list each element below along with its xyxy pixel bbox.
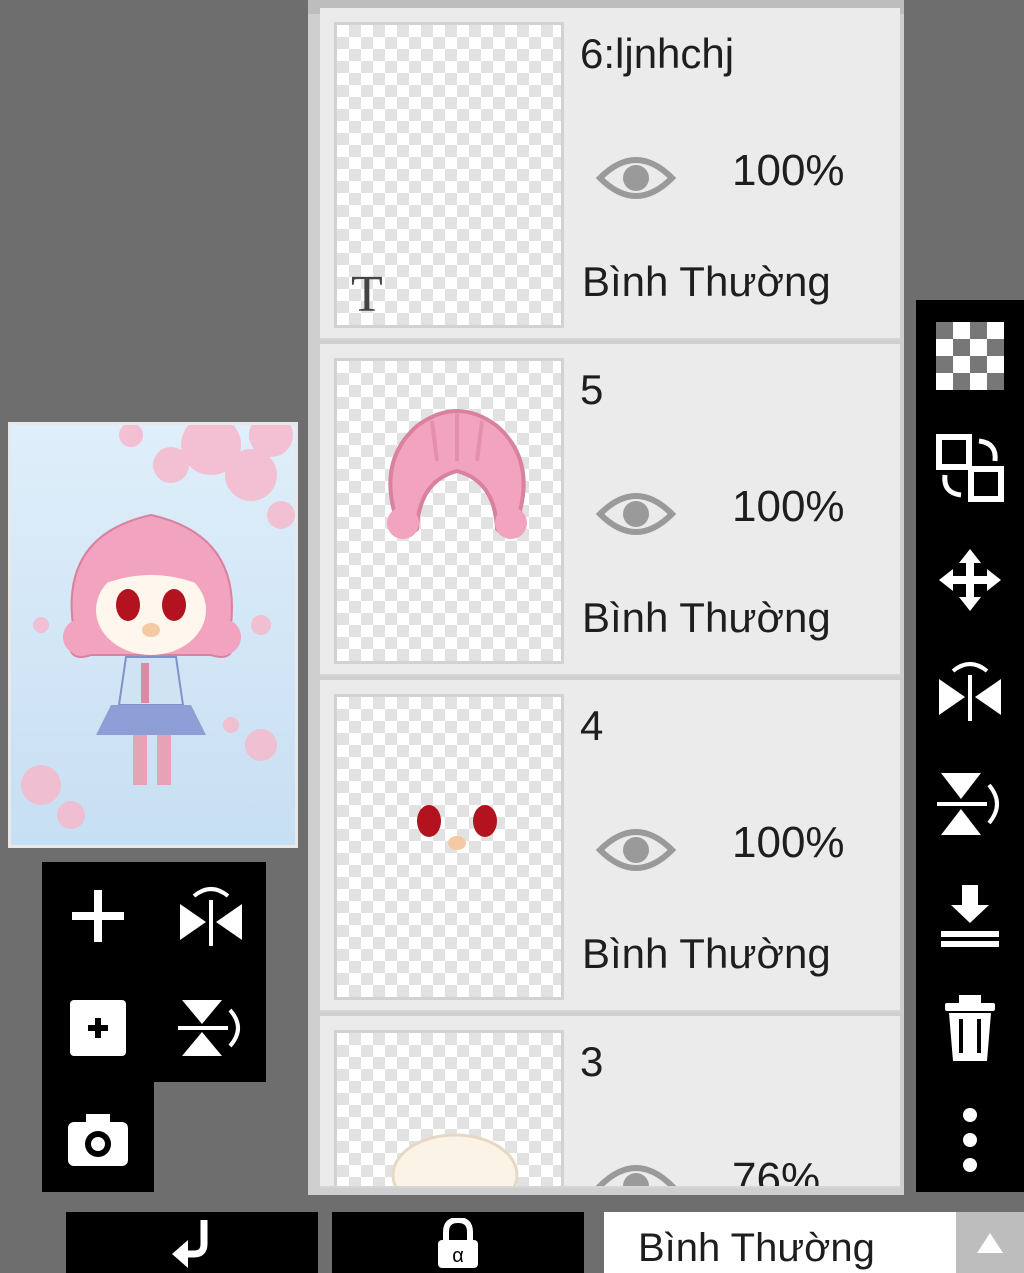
layer-row-4[interactable]: 4 100% Bình Thường <box>320 680 900 1012</box>
flip-horizontal-button[interactable] <box>930 652 1010 732</box>
layer-thumbnail: T <box>334 22 564 328</box>
eye-icon[interactable] <box>596 484 676 544</box>
text-layer-icon: T <box>351 266 383 323</box>
merge-down-icon <box>941 885 999 947</box>
add-image-layer-button[interactable] <box>66 996 130 1060</box>
back-button[interactable] <box>66 1212 318 1273</box>
eyes-thumbnail-image <box>417 805 497 850</box>
move-layer-button[interactable] <box>930 540 1010 620</box>
layer-opacity[interactable]: 100% <box>732 146 845 196</box>
blend-mode-select[interactable]: Bình Thường <box>604 1212 956 1273</box>
flip-vertical-icon <box>937 773 999 835</box>
layer-blend-mode: Bình Thường <box>582 930 831 977</box>
layer-thumbnail <box>334 358 564 664</box>
layer-tools-toolbar <box>916 300 1024 1192</box>
add-layer-icon <box>72 890 124 942</box>
lock-icon: α <box>438 1217 478 1268</box>
camera-icon <box>68 1114 128 1166</box>
transform-layer-button[interactable] <box>930 428 1010 508</box>
canvas-preview[interactable] <box>8 422 298 848</box>
flip-vertical-canvas-button[interactable] <box>176 996 246 1060</box>
layer-blend-mode: Bình Thường <box>582 594 831 641</box>
trash-icon <box>945 995 995 1061</box>
face-thumbnail-image <box>391 1133 519 1186</box>
layer-name: 3 <box>580 1038 604 1085</box>
add-image-layer-icon <box>70 1000 126 1056</box>
blend-mode-value: Bình Thường <box>638 1226 875 1270</box>
flip-vertical-button[interactable] <box>930 764 1010 844</box>
layer-row-5[interactable]: 5 100% Bình Thường <box>320 344 900 676</box>
layer-name: 5 <box>580 366 604 413</box>
hair-thumbnail-image <box>387 409 527 539</box>
more-options-button[interactable] <box>930 1100 1010 1180</box>
layer-opacity[interactable]: 100% <box>732 818 845 868</box>
layer-opacity[interactable]: 76% <box>732 1154 820 1186</box>
layer-thumbnail <box>334 694 564 1000</box>
layer-row-6[interactable]: T 6:ljnhchj 100% Bình Thường <box>320 8 900 340</box>
layer-row-3[interactable]: 3 76% <box>320 1016 900 1188</box>
layer-thumbnail <box>334 1030 564 1186</box>
svg-text:α: α <box>452 1245 464 1267</box>
layer-name: 4 <box>580 702 604 749</box>
lock-button[interactable]: α <box>332 1212 584 1273</box>
blend-mode-dropdown-button[interactable] <box>956 1212 1024 1273</box>
eye-icon[interactable] <box>596 148 676 208</box>
artwork-preview-image <box>21 425 295 829</box>
layer-name: 6:ljnhchj <box>580 30 735 77</box>
delete-layer-button[interactable] <box>930 988 1010 1068</box>
checker-icon <box>936 322 1004 390</box>
layer-opacity[interactable]: 100% <box>732 482 845 532</box>
flip-horizontal-icon <box>939 662 1001 721</box>
eye-icon[interactable] <box>596 1156 676 1188</box>
transparency-button[interactable] <box>930 316 1010 396</box>
transform-layer-icon <box>936 434 1004 502</box>
flip-horizontal-icon <box>180 887 242 946</box>
layer-blend-mode: Bình Thường <box>582 258 831 305</box>
merge-down-button[interactable] <box>930 876 1010 956</box>
more-icon <box>963 1108 977 1172</box>
flip-horizontal-canvas-button[interactable] <box>176 884 246 948</box>
layer-panel: T 6:ljnhchj 100% Bình Thường 5 100% Bình… <box>308 0 904 1195</box>
back-icon <box>172 1219 208 1268</box>
add-layer-button[interactable] <box>66 884 130 948</box>
eye-icon[interactable] <box>596 820 676 880</box>
dropdown-arrow-icon <box>977 1232 1003 1253</box>
flip-vertical-icon <box>178 1000 240 1056</box>
move-icon <box>939 549 1001 611</box>
camera-button[interactable] <box>66 1110 130 1170</box>
